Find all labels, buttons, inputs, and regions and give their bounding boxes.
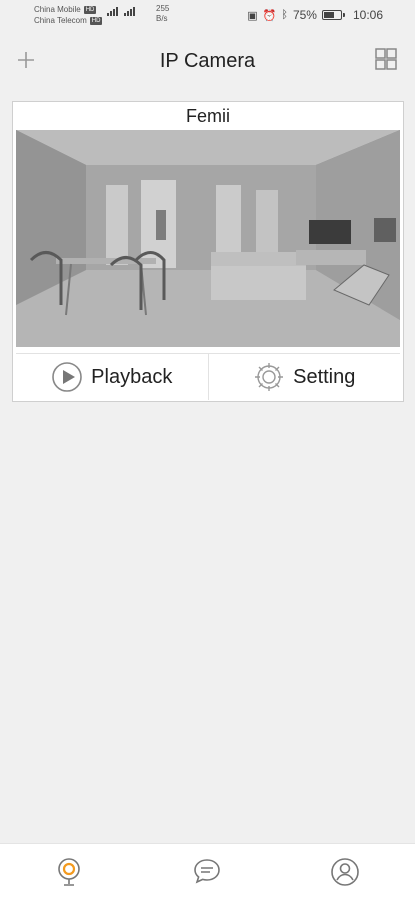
carrier2-badge: HD [89, 16, 103, 25]
carrier2-name: China Telecom [34, 16, 87, 25]
camera-card: Femii Playback Setting [12, 101, 404, 402]
clock: 10:06 [352, 8, 383, 22]
bluetooth-icon: ᛒ [281, 9, 288, 21]
status-bar: China Mobile HD China Telecom HD 255 B/s ▣… [0, 0, 415, 34]
carrier1-badge: HD [83, 5, 97, 14]
page-title: IP Camera [159, 50, 256, 72]
grid-layout-icon[interactable] [375, 48, 397, 70]
camera-preview[interactable] [16, 130, 400, 347]
playback-button[interactable]: Playback [16, 354, 208, 400]
setting-label: Setting [293, 365, 356, 388]
camera-icon[interactable] [53, 856, 85, 888]
nfc-icon: ▣ [247, 9, 258, 22]
battery-icon [321, 10, 345, 20]
status-right: ▣ ⏰ ᛒ 75% 10:06 [247, 8, 383, 22]
bottom-nav [0, 843, 415, 900]
room-preview-image [16, 130, 400, 347]
carrier-info: China Mobile HD China Telecom HD [34, 4, 103, 26]
signal-icon [107, 7, 135, 16]
carrier1-name: China Mobile [34, 5, 81, 14]
app-header: IP Camera [0, 34, 415, 90]
camera-actions: Playback Setting [16, 353, 400, 400]
camera-name: Femii [186, 106, 230, 126]
profile-icon[interactable] [329, 856, 361, 888]
net-speed: 255 B/s [156, 4, 169, 24]
net-speed-unit: B/s [156, 14, 168, 23]
alarm-icon: ⏰ [262, 9, 277, 22]
battery-percent: 75% [292, 8, 317, 22]
playback-icon [52, 362, 82, 392]
setting-button[interactable]: Setting [207, 354, 401, 400]
gear-icon [255, 363, 284, 391]
message-icon[interactable] [191, 856, 223, 888]
playback-label: Playback [91, 365, 173, 388]
net-speed-value: 255 [156, 4, 170, 13]
